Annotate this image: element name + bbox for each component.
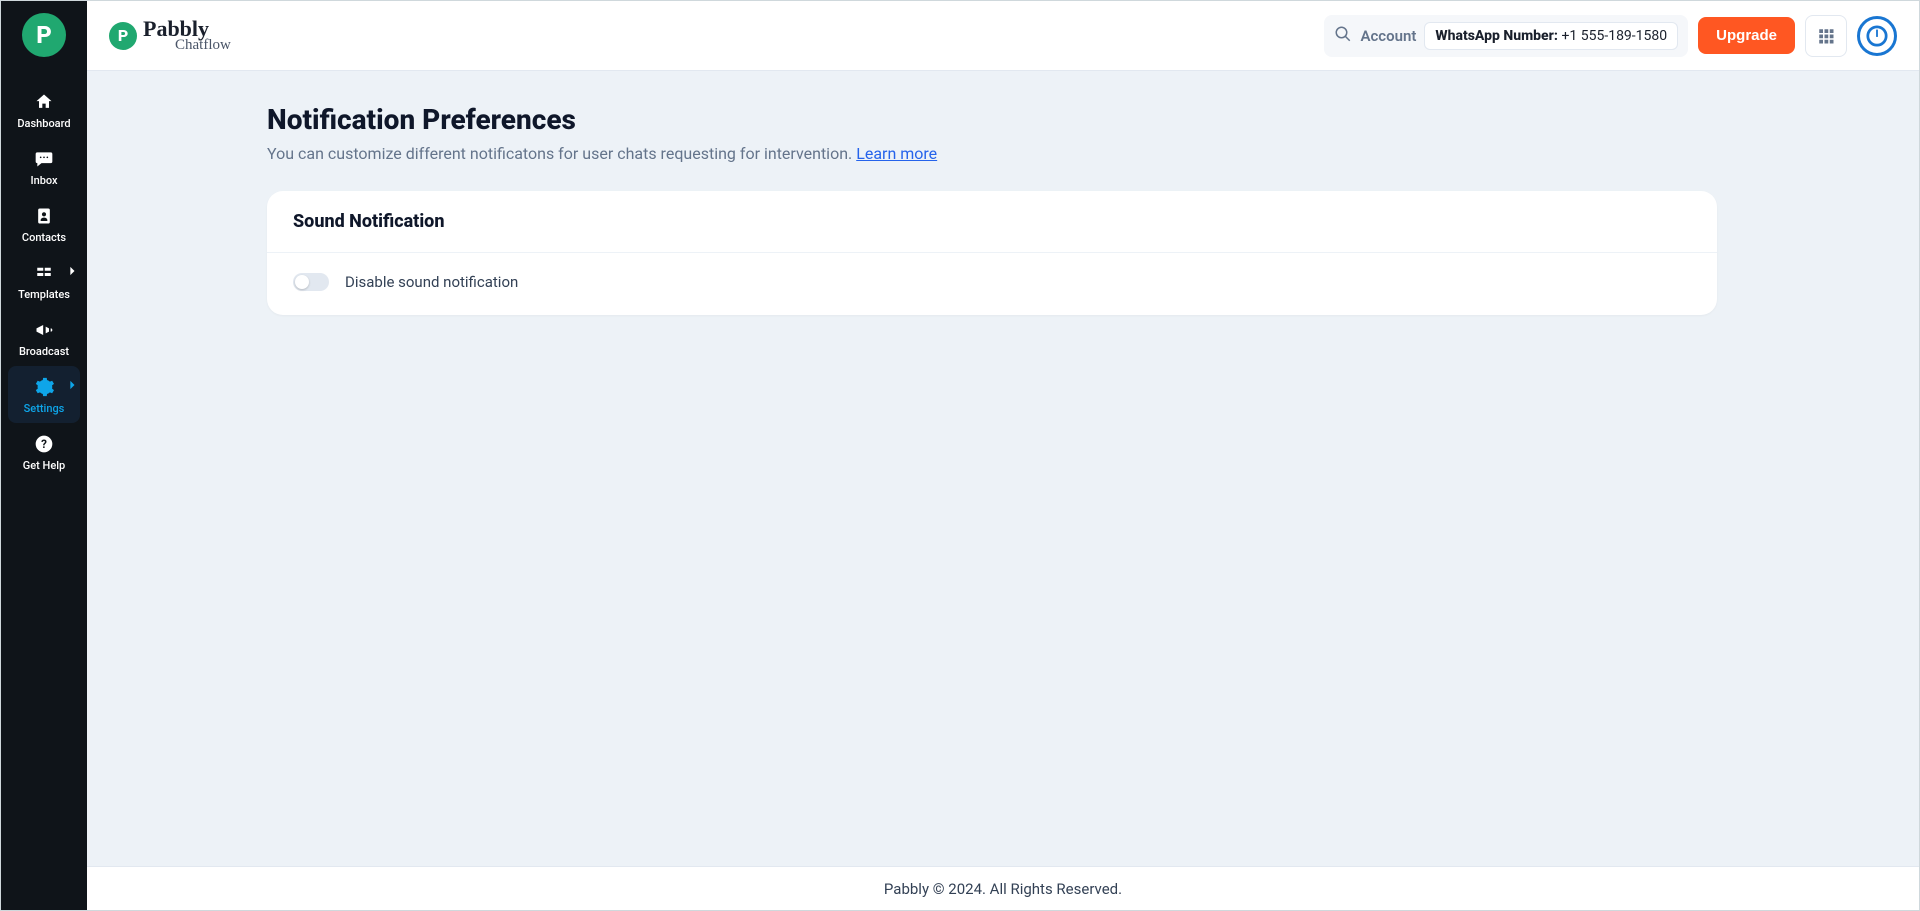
gear-icon — [33, 376, 55, 398]
content: Notification Preferences You can customi… — [87, 71, 1919, 866]
page-description: You can customize different notificatons… — [267, 144, 1717, 163]
nav-label: Inbox — [30, 174, 57, 187]
main: P Pabbly Chatflow Account WhatsApp Numbe… — [87, 1, 1919, 910]
card-header: Sound Notification — [267, 191, 1717, 253]
sidebar-item-dashboard[interactable]: Dashboard — [8, 81, 80, 138]
nav-label: Broadcast — [19, 345, 69, 358]
power-icon — [1866, 25, 1888, 47]
sidebar-item-settings[interactable]: Settings — [8, 366, 80, 423]
profile-button[interactable] — [1857, 16, 1897, 56]
logo-letter: P — [36, 21, 52, 49]
learn-more-link[interactable]: Learn more — [856, 144, 937, 163]
sidebar-item-broadcast[interactable]: Broadcast — [8, 309, 80, 366]
chat-icon — [33, 148, 55, 170]
contact-icon — [34, 205, 54, 227]
search-icon — [1334, 25, 1352, 47]
sidebar-logo[interactable]: P — [22, 13, 66, 57]
brand[interactable]: P Pabbly Chatflow — [109, 18, 231, 53]
help-icon: ? — [34, 433, 54, 455]
card-body: Disable sound notification — [267, 253, 1717, 315]
toggle-knob — [295, 275, 309, 289]
sidebar-item-get-help[interactable]: ? Get Help — [8, 423, 80, 480]
apps-button[interactable] — [1805, 15, 1847, 57]
disable-sound-toggle[interactable] — [293, 273, 329, 291]
app-root: P Dashboard Inbox Contacts Templates — [0, 0, 1920, 911]
megaphone-icon — [33, 319, 55, 341]
chevron-right-icon — [68, 266, 76, 279]
house-icon — [33, 91, 55, 113]
svg-text:?: ? — [41, 437, 47, 451]
apps-grid-icon — [1817, 27, 1835, 45]
toggle-label: Disable sound notification — [345, 273, 518, 291]
nav-label: Dashboard — [17, 117, 70, 130]
brand-logo-icon: P — [109, 22, 137, 50]
nav-label: Contacts — [22, 231, 66, 244]
card-title: Sound Notification — [293, 211, 1691, 232]
account-label: Account — [1360, 27, 1416, 45]
upgrade-button[interactable]: Upgrade — [1698, 17, 1795, 54]
header-right: Account WhatsApp Number: +1 555-189-1580… — [1324, 15, 1897, 57]
content-inner: Notification Preferences You can customi… — [267, 103, 1717, 315]
brand-sub: Chatflow — [175, 38, 231, 53]
page-title: Notification Preferences — [267, 103, 1717, 136]
whatsapp-number-pill: WhatsApp Number: +1 555-189-1580 — [1424, 22, 1678, 50]
sidebar: P Dashboard Inbox Contacts Templates — [1, 1, 87, 910]
nav-label: Settings — [24, 402, 65, 415]
chevron-right-icon — [68, 380, 76, 393]
template-icon — [33, 262, 55, 284]
sidebar-item-contacts[interactable]: Contacts — [8, 195, 80, 252]
sidebar-item-inbox[interactable]: Inbox — [8, 138, 80, 195]
sidebar-item-templates[interactable]: Templates — [8, 252, 80, 309]
account-selector[interactable]: Account WhatsApp Number: +1 555-189-1580 — [1324, 15, 1688, 57]
footer: Pabbly © 2024. All Rights Reserved. — [87, 866, 1919, 910]
sound-notification-card: Sound Notification Disable sound notific… — [267, 191, 1717, 315]
brand-text: Pabbly Chatflow — [143, 18, 231, 53]
nav-label: Get Help — [23, 459, 65, 472]
nav-label: Templates — [18, 288, 70, 301]
header: P Pabbly Chatflow Account WhatsApp Numbe… — [87, 1, 1919, 71]
footer-text: Pabbly © 2024. All Rights Reserved. — [884, 880, 1122, 898]
